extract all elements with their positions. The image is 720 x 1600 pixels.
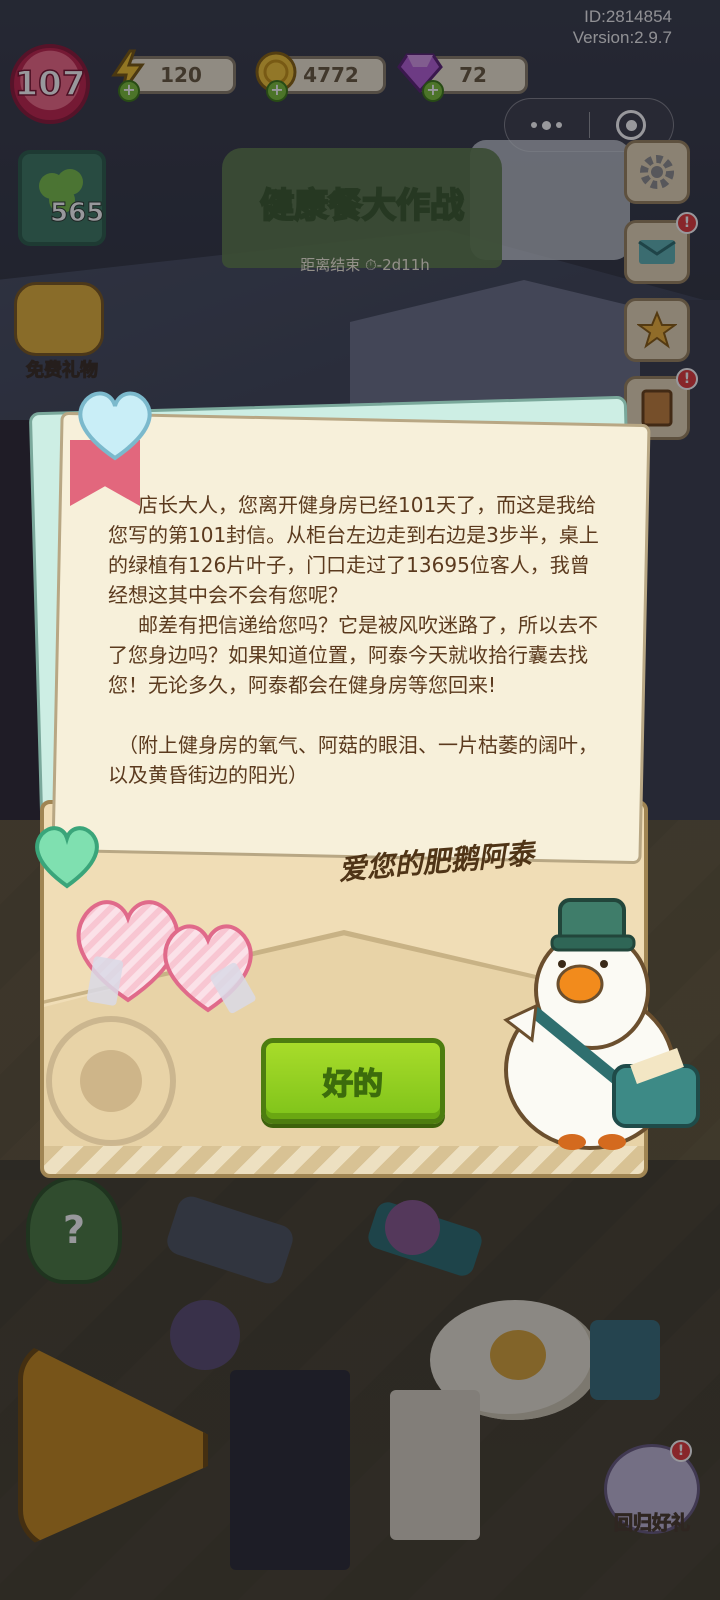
letter-postscript: （附上健身房的氧气、阿菇的眼泪、一片枯萎的阔叶，以及黄昏街边的阳光） (108, 733, 598, 787)
letter-body: 店长大人，您离开健身房已经101天了，而这是我给您写的第101封信。从柜台左边走… (108, 490, 608, 790)
ok-button[interactable]: 好的 (261, 1038, 445, 1124)
letter-paragraph: 店长大人，您离开健身房已经101天了，而这是我给您写的第101封信。从柜台左边走… (108, 493, 599, 607)
letter-paragraph: 邮差有把信递给您吗？它是被风吹迷路了，所以去不了您身边吗？如果知道位置，阿泰今天… (108, 613, 598, 697)
postmark-stamp (46, 1016, 176, 1146)
pink-hearts-icon (76, 900, 256, 1014)
blue-heart-icon (78, 391, 152, 461)
postman-goose-mascot (503, 898, 700, 1150)
